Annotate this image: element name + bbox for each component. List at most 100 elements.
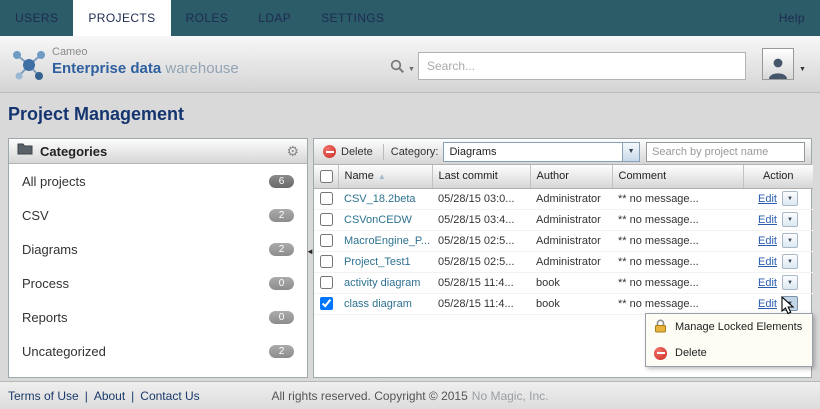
terms-of-use-link[interactable]: Terms of Use <box>8 389 79 403</box>
cameo-logo-icon <box>10 45 48 88</box>
tab-roles[interactable]: ROLES <box>171 0 244 36</box>
last-commit-cell: 05/28/15 03:0... <box>432 188 530 209</box>
table-row: Project_Test1 05/28/15 02:5... Administr… <box>314 251 813 272</box>
tab-ldap[interactable]: LDAP <box>243 0 306 36</box>
category-count-badge: 6 <box>269 175 294 188</box>
sort-asc-icon: ▲ <box>378 172 386 181</box>
table-row: MacroEngine_P... 05/28/15 02:5... Admini… <box>314 230 813 251</box>
project-name-link[interactable]: activity diagram <box>344 277 420 289</box>
table-row: CSV_18.2beta 05/28/15 03:0... Administra… <box>314 188 813 209</box>
tab-settings[interactable]: SETTINGS <box>306 0 399 36</box>
tab-projects[interactable]: PROJECTS <box>73 0 170 36</box>
last-commit-cell: 05/28/15 02:5... <box>432 230 530 251</box>
row-actions-chevron-down-icon[interactable]: ▼ <box>782 191 798 206</box>
row-actions-chevron-down-icon[interactable]: ▼ <box>782 233 798 248</box>
column-header-action[interactable]: Action <box>743 165 813 188</box>
comment-cell: ** no message... <box>612 272 743 293</box>
menu-item-manage-locked-elements[interactable]: Manage Locked Elements <box>646 314 812 340</box>
menu-item-delete[interactable]: Delete <box>646 340 812 366</box>
about-link[interactable]: About <box>94 389 125 403</box>
author-cell: Administrator <box>530 251 612 272</box>
footer-separator: | <box>131 389 134 403</box>
menu-item-label: Manage Locked Elements <box>675 321 802 333</box>
delete-button-label: Delete <box>341 146 373 158</box>
folder-icon <box>17 142 33 160</box>
row-checkbox[interactable] <box>320 297 333 310</box>
category-label: Uncategorized <box>22 344 106 359</box>
comment-cell: ** no message... <box>612 293 743 314</box>
author-cell: Administrator <box>530 188 612 209</box>
categories-title: Categories <box>40 144 286 159</box>
edit-link[interactable]: Edit <box>758 298 777 310</box>
category-count-badge: 0 <box>269 311 294 324</box>
column-header-name[interactable]: Name▲ <box>338 165 432 188</box>
toolbar-separator <box>383 144 384 160</box>
contact-us-link[interactable]: Contact Us <box>140 389 199 403</box>
row-checkbox[interactable] <box>320 276 333 289</box>
category-item-reports[interactable]: Reports 0 <box>9 300 307 334</box>
app-header: Cameo Enterprise data warehouse ▼ ▼ <box>0 36 820 93</box>
project-name-link[interactable]: Project_Test1 <box>344 256 411 268</box>
column-header-comment[interactable]: Comment <box>612 165 743 188</box>
category-select[interactable]: Diagrams ▼ <box>443 142 640 162</box>
edit-link[interactable]: Edit <box>758 193 777 205</box>
company-name: No Magic, Inc. <box>472 389 549 403</box>
edit-link[interactable]: Edit <box>758 235 777 247</box>
row-checkbox[interactable] <box>320 255 333 268</box>
row-checkbox[interactable] <box>320 192 333 205</box>
category-label: Process <box>22 276 69 291</box>
category-label: CSV <box>22 208 49 223</box>
edit-link[interactable]: Edit <box>758 214 777 226</box>
edit-link[interactable]: Edit <box>758 277 777 289</box>
column-header-last-commit[interactable]: Last commit <box>432 165 530 188</box>
last-commit-cell: 05/28/15 03:4... <box>432 209 530 230</box>
category-label: All projects <box>22 174 86 189</box>
project-name-link[interactable]: class diagram <box>344 298 412 310</box>
project-name-link[interactable]: CSV_18.2beta <box>344 193 416 205</box>
category-filter-label: Category: <box>391 146 439 158</box>
project-name-link[interactable]: CSVonCEDW <box>344 214 412 226</box>
category-item-csv[interactable]: CSV 2 <box>9 198 307 232</box>
category-item-process[interactable]: Process 0 <box>9 266 307 300</box>
brand-text: Cameo Enterprise data warehouse <box>52 46 239 79</box>
category-item-all-projects[interactable]: All projects 6 <box>9 164 307 198</box>
search-icon <box>390 59 405 79</box>
search-chevron-down-icon: ▼ <box>408 66 415 73</box>
table-row: CSVonCEDW 05/28/15 03:4... Administrator… <box>314 209 813 230</box>
row-actions-chevron-down-icon[interactable]: ▼ <box>782 275 798 290</box>
user-avatar[interactable] <box>762 48 794 80</box>
project-name-link[interactable]: MacroEngine_P... <box>344 235 430 247</box>
page-title: Project Management <box>8 104 184 125</box>
delete-button[interactable]: Delete <box>320 143 376 160</box>
column-header-author[interactable]: Author <box>530 165 612 188</box>
global-search-input[interactable] <box>418 52 746 80</box>
row-checkbox[interactable] <box>320 234 333 247</box>
last-commit-cell: 05/28/15 11:4... <box>432 293 530 314</box>
select-all-checkbox[interactable] <box>320 170 333 183</box>
help-link[interactable]: Help <box>764 0 820 36</box>
tab-users[interactable]: USERS <box>0 0 73 36</box>
row-checkbox[interactable] <box>320 213 333 226</box>
brand-product-bold: Enterprise data <box>52 60 161 77</box>
row-actions-context-menu: Manage Locked Elements Delete <box>645 313 813 367</box>
category-select-chevron-down-icon[interactable]: ▼ <box>622 143 639 161</box>
footer: All rights reserved. Copyright © 2015 No… <box>0 381 820 409</box>
projects-table: Name▲ Last commit Author Comment Action … <box>314 165 813 315</box>
lock-icon <box>654 319 667 336</box>
row-actions-chevron-down-icon[interactable]: ▼ <box>782 254 798 269</box>
category-item-uncategorized[interactable]: Uncategorized 2 <box>9 334 307 368</box>
avatar-chevron-down-icon[interactable]: ▼ <box>799 66 806 73</box>
edit-link[interactable]: Edit <box>758 256 777 268</box>
category-label: Diagrams <box>22 242 78 257</box>
gear-icon[interactable]: ⚙ <box>286 144 299 158</box>
last-commit-cell: 05/28/15 11:4... <box>432 272 530 293</box>
project-name-filter-input[interactable] <box>646 142 805 162</box>
row-actions-chevron-down-icon[interactable]: ▼ <box>782 212 798 227</box>
row-actions-chevron-down-icon[interactable]: ▼ <box>782 296 798 311</box>
category-count-badge: 2 <box>269 345 294 358</box>
search-scope-button[interactable]: ▼ <box>390 59 415 79</box>
copyright-statement: All rights reserved. Copyright © 2015 <box>272 389 468 403</box>
top-menu-bar: USERS PROJECTS ROLES LDAP SETTINGS Help <box>0 0 820 36</box>
table-row-selected: class diagram 05/28/15 11:4... book ** n… <box>314 293 813 314</box>
category-item-diagrams[interactable]: Diagrams 2 <box>9 232 307 266</box>
